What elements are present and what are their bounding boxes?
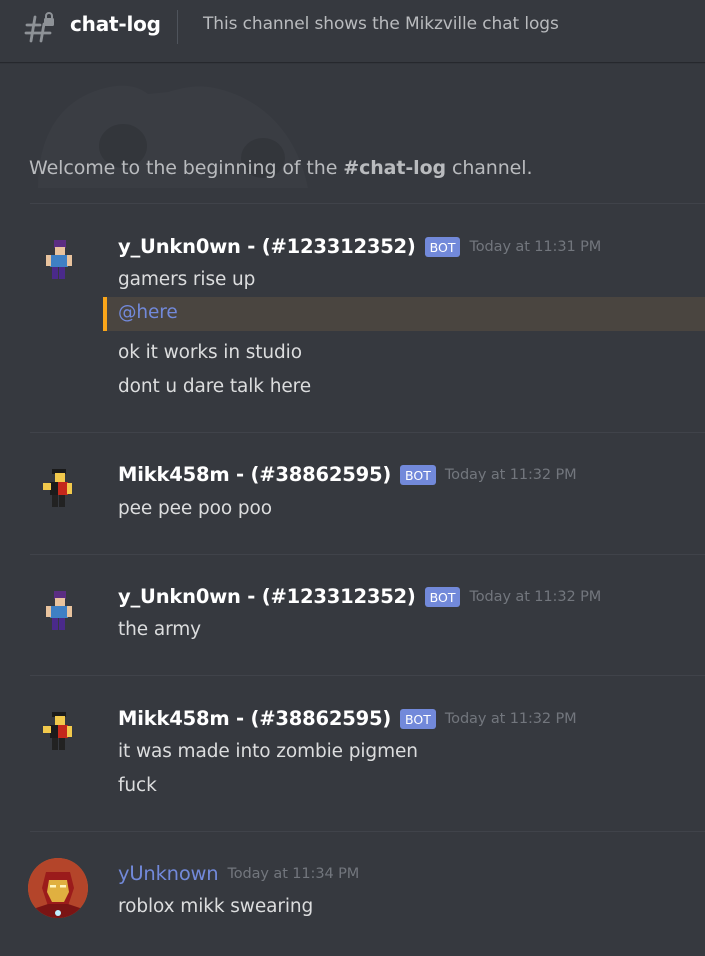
roblox-red-avatar-icon[interactable]: [37, 467, 81, 511]
message-line: the army: [118, 619, 202, 640]
divider: [30, 831, 705, 832]
divider: [30, 675, 705, 676]
welcome-channel-name: #chat-log: [343, 157, 447, 179]
message-header: Mikk458m - (#38862595) BOT Today at 11:3…: [118, 707, 577, 730]
bot-badge: BOT: [424, 236, 461, 257]
bot-badge: BOT: [400, 464, 436, 485]
bot-badge: BOT: [424, 586, 461, 607]
ironman-avatar-icon[interactable]: [28, 858, 88, 918]
mention-highlight: [103, 297, 705, 331]
message-header: y_Unkn0wn - (#123312352) BOT Today at 11…: [118, 235, 601, 258]
here-mention[interactable]: @here: [118, 302, 178, 323]
channel-welcome-text: Welcome to the beginning of the #chat-lo…: [29, 157, 533, 179]
message-line: ok it works in studio: [118, 342, 302, 363]
roblox-purple-avatar-icon[interactable]: [37, 238, 81, 282]
message-line: roblox mikk swearing: [118, 896, 314, 917]
welcome-suffix: channel.: [446, 157, 533, 179]
message-timestamp[interactable]: Today at 11:31 PM: [469, 239, 601, 255]
bot-badge: BOT: [400, 708, 436, 729]
message-timestamp[interactable]: Today at 11:34 PM: [227, 866, 359, 882]
message-line: gamers rise up: [118, 269, 256, 290]
message-line: it was made into zombie pigmen: [118, 741, 418, 762]
author-name[interactable]: Mikk458m - (#38862595): [118, 707, 391, 730]
welcome-prefix: Welcome to the beginning of the: [29, 157, 344, 179]
author-name[interactable]: y_Unkn0wn - (#123312352): [118, 235, 416, 258]
message-header: y_Unkn0wn - (#123312352) BOT Today at 11…: [118, 585, 601, 608]
message-line: dont u dare talk here: [118, 376, 311, 397]
message-header: Mikk458m - (#38862595) BOT Today at 11:3…: [118, 463, 577, 486]
message-timestamp[interactable]: Today at 11:32 PM: [445, 711, 577, 727]
message-line: fuck: [118, 775, 157, 796]
roblox-red-avatar-icon[interactable]: [37, 710, 81, 754]
chat-window: chat-log This channel shows the Mikzvill…: [0, 0, 705, 956]
message-header: yUnknown Today at 11:34 PM: [118, 862, 359, 885]
message-timestamp[interactable]: Today at 11:32 PM: [445, 467, 577, 483]
message-timestamp[interactable]: Today at 11:32 PM: [469, 589, 601, 605]
roblox-purple-avatar-icon[interactable]: [37, 589, 81, 633]
message-line: pee pee poo poo: [118, 498, 272, 519]
channel-name: chat-log: [70, 12, 161, 36]
header-divider: [177, 10, 178, 44]
text-channel-locked-icon: [24, 12, 54, 43]
channel-topic[interactable]: This channel shows the Mikzville chat lo…: [203, 14, 559, 34]
divider: [30, 203, 705, 204]
divider: [30, 554, 705, 555]
channel-header: chat-log This channel shows the Mikzvill…: [0, 0, 705, 62]
author-name[interactable]: Mikk458m - (#38862595): [118, 463, 391, 486]
divider: [30, 432, 705, 433]
author-name[interactable]: y_Unkn0wn - (#123312352): [118, 585, 416, 608]
author-name[interactable]: yUnknown: [118, 862, 219, 885]
